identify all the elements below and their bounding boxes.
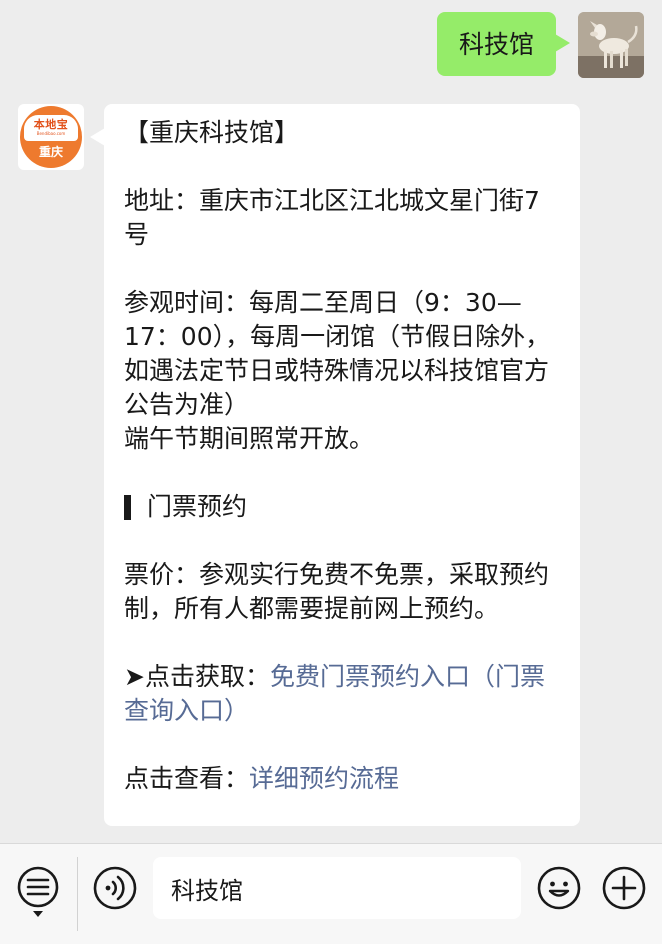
incoming-bubble[interactable]: 【重庆科技馆】 地址：重庆市江北区江北城文星门街7号 参观时间：每周二至周日（9…: [90, 104, 580, 826]
chat-input-bar: 科技馆: [0, 843, 662, 944]
menu-toggle-button[interactable]: [16, 865, 60, 919]
more-button[interactable]: [601, 865, 647, 911]
ticket-heading-text: 门票预约: [147, 492, 248, 521]
ticket-section-heading: 门票预约: [124, 490, 560, 524]
brand-name: 本地宝: [33, 118, 69, 131]
get-prefix: ➤点击获取：: [124, 662, 270, 691]
menu-list-icon: [17, 866, 59, 917]
brand-city: 重庆: [38, 145, 63, 159]
view-prefix: 点击查看：: [124, 764, 250, 793]
view-process-line: 点击查看：详细预约流程: [124, 762, 560, 796]
address-text: 地址：重庆市江北区江北城文星门街7号: [124, 186, 540, 249]
price-text: 票价：参观实行免费不免票，采取预约制，所有人都需要提前网上预约。: [124, 560, 550, 623]
hours-text: 参观时间：每周二至周日（9：30—17：00），每周一闭馆（节假日除外，如遇法定…: [124, 288, 551, 419]
voice-icon: [93, 866, 137, 910]
chat-area[interactable]: 科技馆 本地宝 Bendibao.com 重庆 【重庆科技馆】 地址：重庆市江北…: [0, 0, 662, 843]
emoji-icon: [537, 866, 581, 910]
dog-photo-icon: [578, 12, 644, 78]
bendibao-logo: 本地宝 Bendibao.com 重庆: [20, 106, 82, 168]
outgoing-text: 科技馆: [458, 29, 534, 59]
input-bar-divider: [77, 857, 78, 931]
bendibao-avatar[interactable]: 本地宝 Bendibao.com 重庆: [18, 104, 84, 170]
dragon-boat-text: 端午节期间照常开放。: [124, 424, 375, 453]
get-ticket-line: ➤点击获取：免费门票预约入口（门票查询入口）: [124, 660, 560, 728]
plus-icon: [602, 866, 646, 910]
voice-button[interactable]: [92, 865, 138, 911]
message-input-value: 科技馆: [171, 876, 243, 905]
incoming-message-row: 本地宝 Bendibao.com 重庆 【重庆科技馆】 地址：重庆市江北区江北城…: [18, 104, 580, 826]
brand-url: Bendibao.com: [36, 131, 66, 136]
message-title: 【重庆科技馆】: [124, 118, 300, 147]
user-avatar[interactable]: [578, 12, 644, 78]
emoji-button[interactable]: [536, 865, 582, 911]
message-input[interactable]: 科技馆: [153, 857, 521, 919]
section-bar-marker: [124, 494, 131, 520]
outgoing-bubble[interactable]: 科技馆: [436, 12, 571, 76]
booking-process-link[interactable]: 详细预约流程: [249, 764, 399, 793]
outgoing-message-row: 科技馆: [436, 12, 644, 78]
